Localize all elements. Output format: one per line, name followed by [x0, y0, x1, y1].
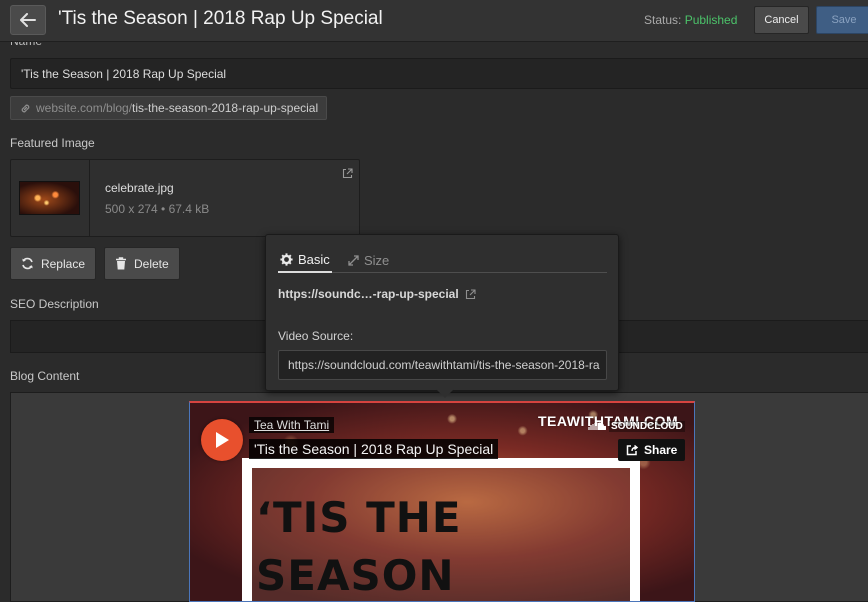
resize-icon: [348, 254, 359, 266]
tab-basic[interactable]: Basic: [278, 247, 332, 273]
delete-button[interactable]: Delete: [104, 247, 180, 280]
replace-button[interactable]: Replace: [10, 247, 96, 280]
editor-header: 'Tis the Season | 2018 Rap Up Special St…: [0, 0, 868, 42]
slug-field[interactable]: website.com/blog/tis-the-season-2018-rap…: [10, 96, 328, 120]
soundcloud-user-link[interactable]: Tea With Tami: [249, 417, 335, 433]
soundcloud-embed[interactable]: ‘TIS THE SEASON Tea With Tami 'Tis the S…: [189, 401, 695, 602]
popover-arrow: [436, 389, 454, 398]
cover-art-text-line-2: SEASON: [256, 551, 455, 600]
name-input[interactable]: 'Tis the Season | 2018 Rap Up Special: [10, 58, 868, 89]
soundcloud-logo[interactable]: SOUNDCLOUD: [588, 419, 688, 433]
play-button[interactable]: [201, 419, 243, 461]
video-source-input[interactable]: https://soundcloud.com/teawithtami/tis-t…: [278, 350, 607, 380]
slug-value: tis-the-season-2018-rap-up-special: [132, 101, 319, 115]
page-title: 'Tis the Season | 2018 Rap Up Special: [58, 8, 383, 29]
file-meta: 500 x 274 • 67.4 kB: [105, 202, 210, 216]
file-name: celebrate.jpg: [105, 181, 174, 195]
popover-tabs: Basic Size: [278, 245, 607, 273]
status-label: Status:: [644, 13, 682, 27]
tab-size[interactable]: Size: [346, 247, 391, 273]
embed-url-text: https://soundc…-rap-up-special: [278, 287, 459, 301]
blog-content-label: Blog Content: [10, 369, 80, 383]
replace-label: Replace: [40, 256, 85, 271]
share-label: Share: [644, 443, 678, 457]
featured-image-label: Featured Image: [10, 136, 95, 150]
embed-settings-popover: Basic Size https://soundc…-rap-up-specia…: [265, 234, 619, 391]
gear-icon: [280, 252, 293, 266]
featured-image-card: celebrate.jpg 500 x 274 • 67.4 kB: [10, 159, 360, 237]
status-value: Published: [684, 13, 738, 27]
slug-prefix: website.com/blog/: [36, 101, 133, 115]
delete-label: Delete: [134, 256, 169, 271]
soundcloud-track-title[interactable]: 'Tis the Season | 2018 Rap Up Special: [249, 439, 499, 459]
back-button[interactable]: [10, 5, 46, 35]
thumbnail-container: [11, 160, 90, 236]
tab-size-label: Size: [364, 252, 390, 268]
play-icon: [216, 432, 229, 448]
trash-icon: [116, 257, 126, 270]
cover-art-text-line-1: ‘TIS THE: [256, 493, 462, 542]
soundcloud-cloud-icon: [588, 422, 606, 430]
save-button[interactable]: Save: [816, 6, 868, 34]
embed-url-link[interactable]: https://soundc…-rap-up-special: [278, 287, 476, 301]
publish-status: Status: Published: [644, 13, 737, 27]
seo-description-label: SEO Description: [10, 297, 99, 311]
tab-basic-label: Basic: [298, 251, 330, 267]
external-link-icon[interactable]: [342, 168, 353, 179]
cancel-button[interactable]: Cancel: [754, 6, 809, 34]
link-icon: [21, 104, 30, 112]
image-thumbnail[interactable]: [19, 181, 80, 215]
refresh-icon: [22, 257, 33, 270]
arrow-left-icon: [20, 13, 36, 27]
external-link-icon: [465, 288, 476, 299]
soundcloud-logo-text: SOUNDCLOUD: [609, 420, 685, 432]
video-source-label: Video Source:: [278, 329, 354, 343]
share-icon: [626, 444, 639, 456]
share-button[interactable]: Share: [618, 439, 686, 461]
